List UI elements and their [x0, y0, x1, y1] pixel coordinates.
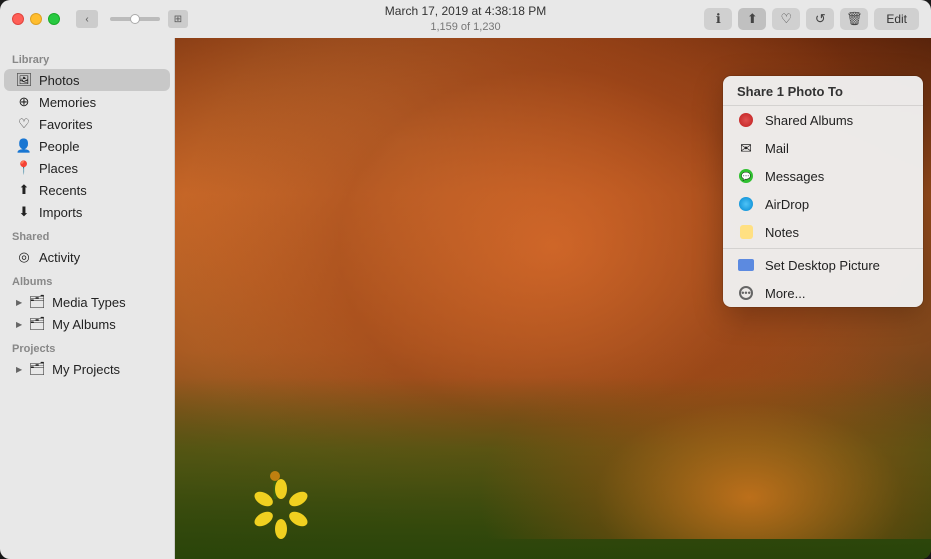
- memories-icon: ⊕: [16, 94, 32, 110]
- favorites-icon: ♡: [16, 116, 32, 132]
- shared-section-label: Shared: [0, 223, 174, 246]
- my-albums-folder-icon: 🗂: [29, 316, 45, 332]
- info-button[interactable]: ℹ: [704, 8, 732, 30]
- imports-icon: ⬇: [16, 204, 32, 220]
- traffic-lights: [12, 13, 60, 25]
- sidebar-group-media-types[interactable]: ▶ 🗂 Media Types: [4, 291, 170, 313]
- share-icon: ⬆: [747, 11, 758, 27]
- dropdown-label-set-desktop: Set Desktop Picture: [765, 258, 880, 273]
- shared-albums-icon: [737, 111, 755, 129]
- delete-button[interactable]: 🗑: [840, 8, 868, 30]
- expand-icon-media-types: ▶: [16, 298, 22, 307]
- places-icon: 📍: [16, 160, 32, 176]
- sidebar-label-my-projects: My Projects: [52, 362, 120, 377]
- sidebar-label-my-albums: My Albums: [52, 317, 116, 332]
- dropdown-item-set-desktop[interactable]: Set Desktop Picture: [723, 251, 923, 279]
- sidebar-label-recents: Recents: [39, 183, 87, 198]
- sidebar-group-my-albums[interactable]: ▶ 🗂 My Albums: [4, 313, 170, 335]
- my-projects-folder-icon: 🗂: [29, 361, 45, 377]
- favorite-button[interactable]: ♡: [772, 8, 800, 30]
- expand-icon-my-projects: ▶: [16, 365, 22, 374]
- sidebar-item-favorites[interactable]: ♡ Favorites: [4, 113, 170, 135]
- dropdown-item-notes[interactable]: Notes: [723, 218, 923, 246]
- sidebar-label-people: People: [39, 139, 79, 154]
- dropdown-label-mail: Mail: [765, 141, 789, 156]
- dropdown-label-more: More...: [765, 286, 805, 301]
- trash-icon: 🗑: [846, 11, 863, 27]
- app-window: ‹ ⊞ March 17, 2019 at 4:38:18 PM 1,159 o…: [0, 0, 931, 559]
- sidebar-label-imports: Imports: [39, 205, 82, 220]
- sidebar-item-recents[interactable]: ⬆ Recents: [4, 179, 170, 201]
- sidebar-label-places: Places: [39, 161, 78, 176]
- titlebar-title: March 17, 2019 at 4:38:18 PM 1,159 of 1,…: [385, 4, 546, 34]
- sidebar-item-memories[interactable]: ⊕ Memories: [4, 91, 170, 113]
- info-icon: ℹ: [716, 11, 721, 27]
- sidebar: Library 🖼 Photos ⊕ Memories ♡ Favorites …: [0, 38, 175, 559]
- dropdown-label-messages: Messages: [765, 169, 824, 184]
- dropdown-item-more[interactable]: ••• More...: [723, 279, 923, 307]
- back-button[interactable]: ‹: [76, 10, 98, 28]
- albums-section-label: Albums: [0, 268, 174, 291]
- activity-icon: ◎: [16, 249, 32, 265]
- share-button[interactable]: ⬆: [738, 8, 766, 30]
- nav-buttons: ‹ ⊞: [76, 10, 188, 28]
- photos-icon: 🖼: [16, 72, 32, 88]
- close-button[interactable]: [12, 13, 24, 25]
- sidebar-item-activity[interactable]: ◎ Activity: [4, 246, 170, 268]
- notes-icon: [737, 223, 755, 241]
- photo-date: March 17, 2019 at 4:38:18 PM: [385, 4, 546, 20]
- library-section-label: Library: [0, 46, 174, 69]
- photo-count: 1,159 of 1,230: [385, 20, 546, 34]
- sidebar-item-photos[interactable]: 🖼 Photos: [4, 69, 170, 91]
- dropdown-label-airdrop: AirDrop: [765, 197, 809, 212]
- more-icon: •••: [737, 284, 755, 302]
- sidebar-label-activity: Activity: [39, 250, 80, 265]
- sidebar-label-memories: Memories: [39, 95, 96, 110]
- maximize-button[interactable]: [48, 13, 60, 25]
- edit-button[interactable]: Edit: [874, 8, 919, 30]
- dropdown-item-shared-albums[interactable]: Shared Albums: [723, 106, 923, 134]
- sidebar-group-my-projects[interactable]: ▶ 🗂 My Projects: [4, 358, 170, 380]
- rotate-icon: ↺: [815, 11, 826, 27]
- dropdown-header: Share 1 Photo To: [723, 76, 923, 106]
- sidebar-item-imports[interactable]: ⬇ Imports: [4, 201, 170, 223]
- grid-view-button[interactable]: ⊞: [168, 10, 188, 28]
- media-types-folder-icon: 🗂: [29, 294, 45, 310]
- mail-icon: ✉: [737, 139, 755, 157]
- sidebar-label-favorites: Favorites: [39, 117, 92, 132]
- rotate-button[interactable]: ↺: [806, 8, 834, 30]
- app-body: Library 🖼 Photos ⊕ Memories ♡ Favorites …: [0, 38, 931, 559]
- share-dropdown: Share 1 Photo To Shared Albums ✉ Mail: [723, 76, 923, 307]
- sidebar-label-photos: Photos: [39, 73, 79, 88]
- dropdown-item-airdrop[interactable]: AirDrop: [723, 190, 923, 218]
- sidebar-item-people[interactable]: 👤 People: [4, 135, 170, 157]
- titlebar-actions: ℹ ⬆ ♡ ↺ 🗑 Edit: [704, 8, 919, 30]
- zoom-slider-area: [110, 17, 160, 21]
- zoom-slider-thumb[interactable]: [130, 14, 140, 24]
- heart-icon: ♡: [780, 11, 792, 27]
- people-icon: 👤: [16, 138, 32, 154]
- zoom-slider-track: [110, 17, 160, 21]
- sidebar-item-places[interactable]: 📍 Places: [4, 157, 170, 179]
- photo-content: Share 1 Photo To Shared Albums ✉ Mail: [175, 38, 931, 559]
- dropdown-label-shared-albums: Shared Albums: [765, 113, 853, 128]
- dropdown-item-messages[interactable]: 💬 Messages: [723, 162, 923, 190]
- expand-icon-my-albums: ▶: [16, 320, 22, 329]
- set-desktop-icon: [737, 256, 755, 274]
- airdrop-icon: [737, 195, 755, 213]
- sidebar-label-media-types: Media Types: [52, 295, 125, 310]
- dropdown-label-notes: Notes: [765, 225, 799, 240]
- titlebar: ‹ ⊞ March 17, 2019 at 4:38:18 PM 1,159 o…: [0, 0, 931, 38]
- messages-icon: 💬: [737, 167, 755, 185]
- dropdown-divider: [723, 248, 923, 249]
- minimize-button[interactable]: [30, 13, 42, 25]
- dropdown-item-mail[interactable]: ✉ Mail: [723, 134, 923, 162]
- projects-section-label: Projects: [0, 335, 174, 358]
- yellow-flower: [255, 449, 295, 499]
- recents-icon: ⬆: [16, 182, 32, 198]
- orange-flowers: [477, 331, 931, 539]
